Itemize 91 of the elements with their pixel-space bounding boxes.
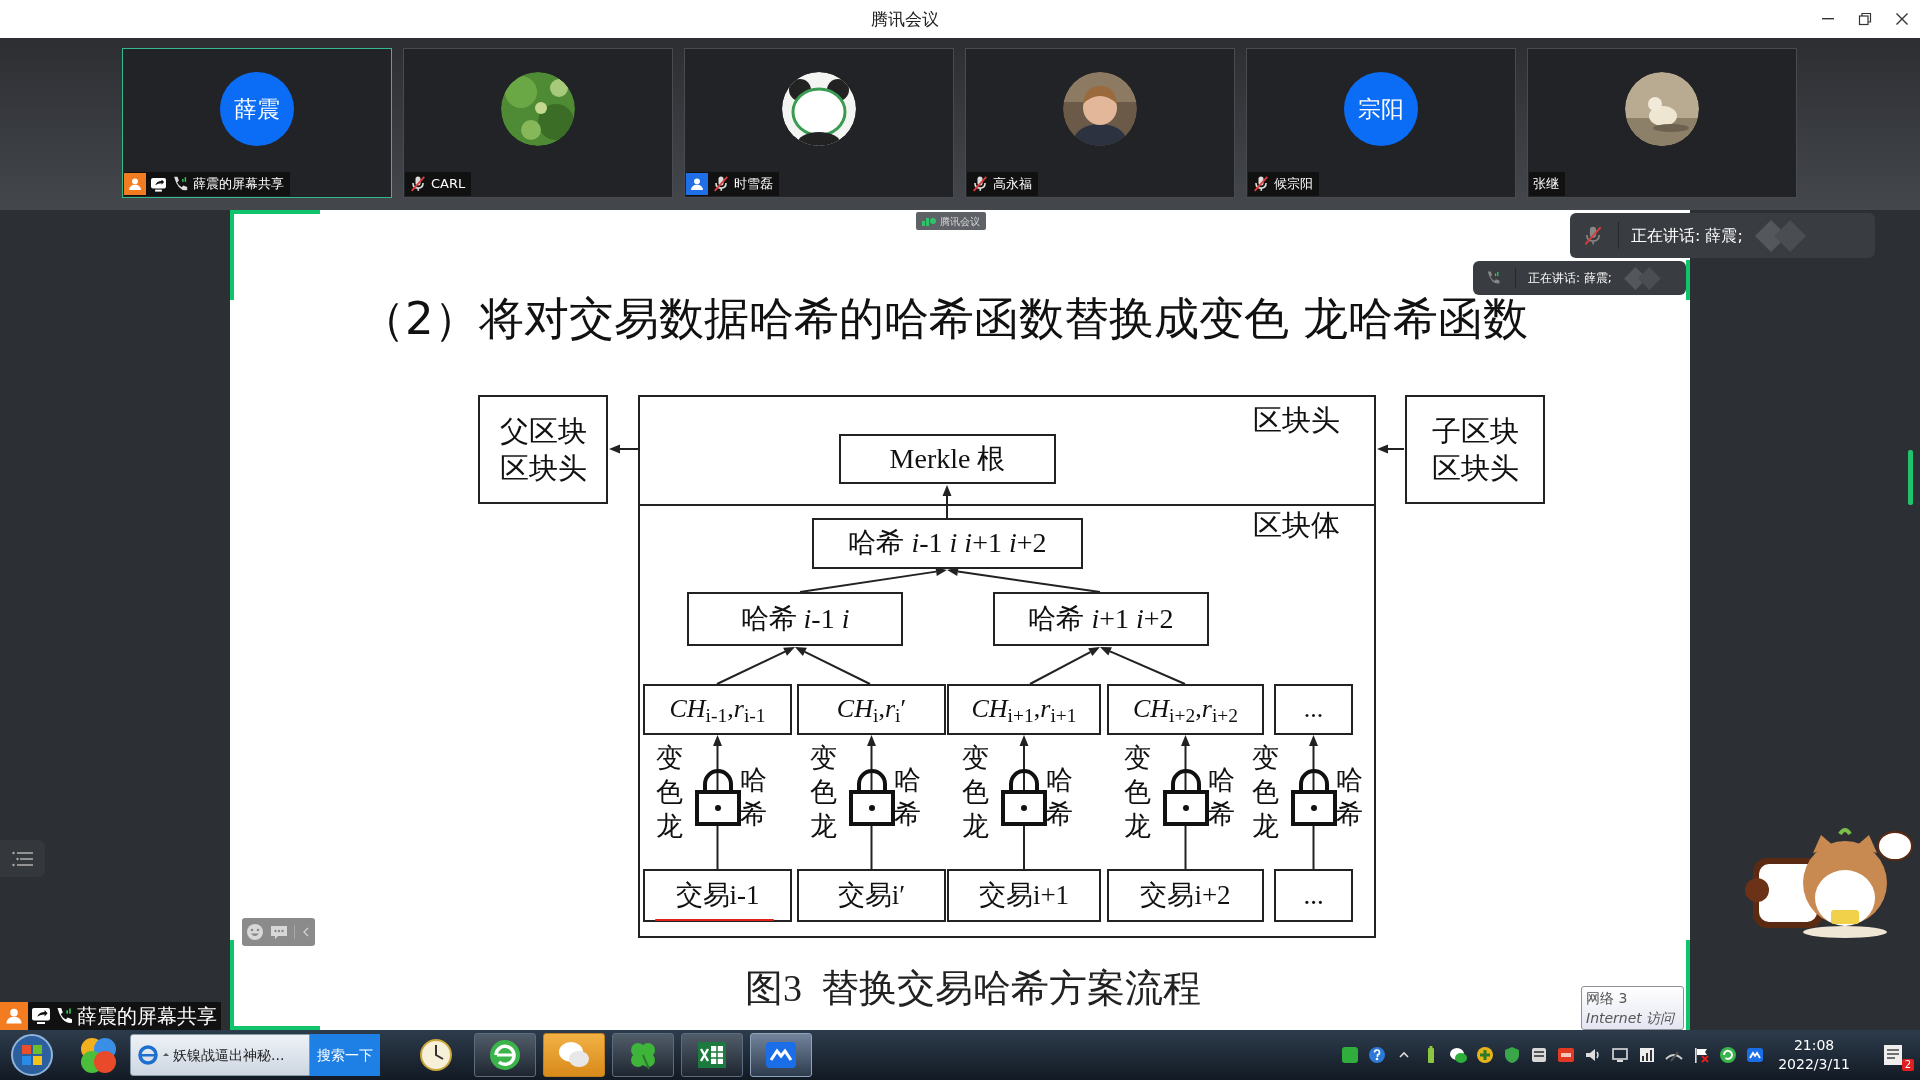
signal-icon [922,216,936,226]
child-block: 子区块 区块头 [1405,395,1545,504]
participant-name: 薛震的屏幕共享 [193,175,284,194]
participant-name: 候宗阳 [1274,175,1313,194]
app-button[interactable] [78,1035,118,1075]
parent-block: 父区块 区块头 [478,395,608,504]
shield-icon[interactable] [1503,1046,1522,1064]
slide-title: （2）将对交易数据哈希的哈希函数替换成变色 龙哈希函数 [360,292,1528,346]
network-name: 网络 3 [1586,989,1629,1008]
clock-date: 2022/3/11 [1778,1055,1850,1074]
taskbar-app[interactable] [612,1033,674,1077]
avatar: 宗阳 [1344,72,1418,146]
meeting-tag-text: 腾讯会议 [940,214,980,229]
participant-tile[interactable]: 张继 [1527,48,1797,198]
monitor-icon[interactable] [1611,1046,1630,1064]
commitment-node: CH$_{i+2}$,r$_{i+2}$ [1107,684,1264,735]
search-button[interactable]: 搜索一下 [310,1034,380,1076]
participant-tile[interactable]: 薛震 薛震的屏幕共享 [122,48,392,198]
avatar: 薛震 [220,72,294,146]
tray-app-icon[interactable] [1719,1046,1738,1064]
commitment-node: CH$_{i+1}$,r$_{i+1}$ [947,684,1101,735]
participant-name: CARL [431,175,466,194]
taskbar-app[interactable] [474,1033,536,1077]
vertical-label: 哈希 [1207,764,1235,831]
browser-icon [488,1038,522,1072]
participant-tile[interactable]: CARL [403,48,673,198]
transaction-node: ... [1274,869,1353,922]
caret-icon [163,1052,169,1058]
commitment-node: CH$_{i-1}$,r$_{i-1}$ [643,684,792,735]
chat-icon[interactable] [1449,1046,1468,1064]
block-body-label: 区块体 [1253,510,1340,542]
minimize-icon [1821,18,1834,20]
hash-node: 哈希 i+1 i+2 [993,592,1209,646]
taskbar-app[interactable] [681,1033,743,1077]
merkle-root-node: Merkle 根 [839,434,1056,484]
participant-tile[interactable]: 时雪磊 [684,48,954,198]
arrow [609,444,639,454]
screen-share-icon [31,1006,51,1026]
notification-count: 2 [1901,1059,1914,1071]
browser-tab[interactable]: 妖镍战逼出神秘... [130,1034,310,1076]
tray-app-icon[interactable] [1530,1046,1549,1064]
transaction-node: 交易i+1 [947,869,1101,922]
window-title: 腾讯会议 [870,8,939,31]
help-icon[interactable] [1368,1046,1387,1064]
taskbar-app[interactable] [750,1033,812,1077]
close-icon [1894,12,1909,26]
hash-node: 哈希 i-1 i i+1 i+2 [812,518,1083,569]
vertical-label: 变色龙 [1123,742,1151,843]
arrow [1029,647,1100,685]
clock-time: 21:08 [1792,1036,1836,1055]
vertical-label: 变色龙 [1251,742,1279,843]
commitment-node: ... [1274,684,1353,735]
participant-name: 时雪磊 [734,175,773,194]
participant-name: 高永福 [993,175,1032,194]
scroll-indicator [1908,450,1913,505]
vertical-label: 哈希 [1335,764,1363,831]
hash-node: 哈希 i-1 i [687,592,903,646]
speaking-text: 正在讲话: 薛震; [1631,224,1743,247]
vertical-label: 变色龙 [809,742,837,843]
notes-icon [1882,1043,1904,1067]
transaction-node: 交易i-1 [643,869,792,922]
vertical-label: 哈希 [893,764,921,831]
chart-icon[interactable] [1638,1046,1657,1064]
tray-app-icon[interactable] [1557,1046,1576,1064]
arrow [1377,444,1405,454]
vertical-label: 哈希 [1046,764,1073,831]
commitment-node: CH$_{i}$,r$_{i}$′ [797,684,946,735]
flag-icon[interactable] [1692,1046,1711,1064]
meeting-app-icon[interactable] [1746,1046,1765,1064]
participant-tile[interactable]: 高永福 [965,48,1235,198]
participant-tile[interactable]: 宗阳 候宗阳 [1246,48,1516,198]
clock-icon [419,1038,453,1072]
start-button[interactable] [10,1033,54,1077]
transaction-node: 交易i+2 [1107,869,1264,922]
participant-name: 张继 [1533,175,1559,194]
figure-caption: 图3 替换交易哈希方案流程 [745,966,1201,1011]
notification-button[interactable]: 2 [1874,1035,1912,1075]
outline-button[interactable] [0,840,45,877]
vertical-label: 哈希 [739,764,767,831]
tray-app-icon[interactable] [1476,1046,1495,1064]
list-icon [11,850,34,867]
chevron-left-icon [301,925,311,939]
transaction-node: 交易i′ [797,869,946,922]
vertical-label: 变色龙 [655,742,683,843]
block-header-label: 区块头 [1253,405,1340,437]
speaking-text: 正在讲话: 薛震; [1528,270,1612,287]
restore-icon [1857,12,1872,26]
sharer-name: 薛震的屏幕共享 [77,1003,217,1030]
vertical-label: 变色龙 [962,742,989,843]
browser-icon [137,1044,159,1066]
network-status: Internet 访问 [1586,1009,1676,1028]
